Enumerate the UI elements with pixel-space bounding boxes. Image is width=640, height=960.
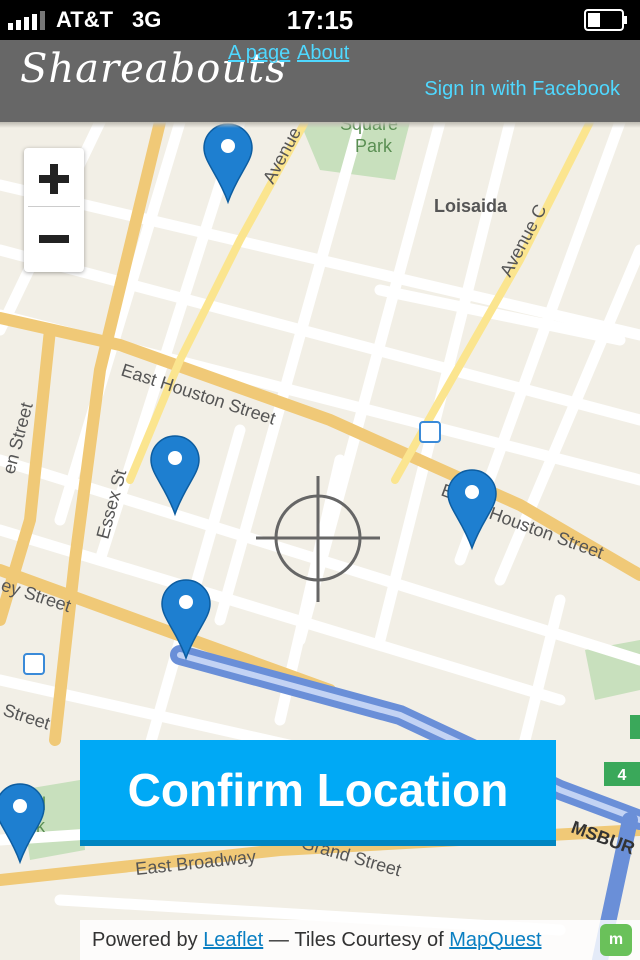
minus-icon: [39, 235, 69, 243]
map-attribution: Powered by Leaflet — Tiles Courtesy of M…: [80, 920, 640, 960]
route-shield-edge: [630, 715, 640, 739]
sign-in-facebook-link[interactable]: Sign in with Facebook: [424, 78, 620, 101]
powered-by-text: Powered by: [92, 928, 198, 951]
mapquest-link[interactable]: MapQuest: [449, 929, 541, 952]
battery-icon: [584, 9, 627, 31]
zoom-out-button[interactable]: [28, 212, 80, 266]
nav-link-about[interactable]: About: [297, 42, 349, 65]
clock: 17:15: [286, 5, 354, 35]
zoom-in-button[interactable]: [28, 152, 80, 207]
tiles-text: Tiles Courtesy of: [294, 928, 444, 951]
confirm-location-button[interactable]: Confirm Location: [80, 740, 556, 840]
app-header: Shareabouts A page About Sign in with Fa…: [0, 40, 640, 122]
plus-icon: [39, 164, 69, 194]
transit-icon: [23, 653, 45, 675]
status-bar: AT&T 3G 17:15: [0, 0, 640, 40]
nav-link-a-page[interactable]: A page: [228, 42, 290, 65]
zoom-control: [24, 148, 84, 272]
transit-icon: [419, 421, 441, 443]
route-number: 4: [618, 767, 627, 784]
park-label-2: Park: [355, 136, 393, 156]
neighborhood-label: Loisaida: [434, 196, 508, 216]
mapquest-logo-icon: m: [600, 924, 632, 956]
attribution-separator: —: [268, 928, 289, 951]
header-shadow: [0, 122, 640, 128]
leaflet-link[interactable]: Leaflet: [203, 929, 263, 952]
